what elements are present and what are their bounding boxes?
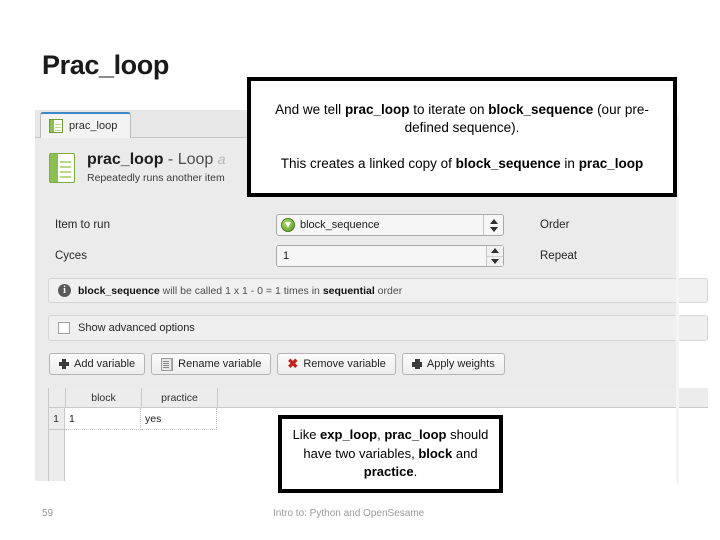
order-label: Order (540, 219, 570, 231)
callout-bottom-d: prac_loop (384, 426, 447, 442)
callout-top: And we tell prac_loop to iterate on bloc… (247, 77, 677, 197)
slide-number: 59 (42, 508, 54, 519)
add-variable-button[interactable]: Add variable (49, 353, 146, 375)
callout-top-l1a: And we tell (275, 101, 345, 117)
item-to-run-combobox[interactable]: block_sequence (276, 214, 504, 236)
info-icon: i (58, 284, 71, 297)
item-title-separator: - (163, 151, 178, 169)
callout-top-l2b: block_sequence (455, 155, 561, 171)
callout-bottom-paragraph: Like exp_loop, prac_loop should have two… (290, 426, 491, 483)
rename-variable-label: Rename variable (178, 358, 262, 370)
callout-bottom-a: Like (292, 426, 321, 442)
column-header-practice[interactable]: practice (142, 388, 218, 407)
advanced-options-bar[interactable]: Show advanced options (48, 315, 708, 341)
apply-weights-label: Apply weights (426, 358, 495, 370)
item-type: Loop (177, 151, 214, 169)
spinbox-down-button[interactable] (486, 255, 503, 266)
item-title-hint: a (217, 151, 226, 168)
x-icon: ✖ (287, 355, 299, 371)
plus-icon (59, 359, 69, 369)
column-header-block[interactable]: block (66, 388, 142, 407)
table-header-row: block practice (48, 388, 708, 408)
callout-top-l2a: This creates a linked copy of (280, 155, 456, 171)
callout-top-l2c: in (560, 155, 579, 171)
info-suffix: order (374, 284, 403, 297)
spinbox-up-button[interactable] (486, 246, 503, 256)
add-variable-label: Add variable (74, 358, 136, 370)
spin-down-icon (491, 258, 499, 264)
callout-bottom-i: . (413, 464, 418, 480)
callout-bottom: Like exp_loop, prac_loop should have two… (278, 415, 503, 493)
cycles-row: Cyces 1 Repeat (35, 241, 676, 271)
cycles-label: Cyces (55, 250, 87, 262)
table-cell-block[interactable]: 1 (65, 408, 141, 430)
callout-top-l1d: block_sequence (488, 101, 594, 117)
info-text: block_sequence will be called 1 x 1 - 0 … (78, 285, 402, 297)
callout-top-l1c: to iterate on (409, 101, 489, 117)
remove-variable-label: Remove variable (303, 358, 386, 370)
variable-toolbar: Add variable Rename variable ✖ Remove va… (49, 353, 505, 375)
plus-bold-icon (411, 359, 422, 369)
rename-icon (161, 357, 174, 371)
repeat-label: Repeat (540, 250, 578, 262)
spreadsheet-icon (49, 119, 63, 133)
footer-text: Intro to: Python and OpenSesame (273, 508, 425, 519)
table-cell-practice[interactable]: yes (141, 408, 217, 430)
table-row-number: 1 (48, 408, 65, 430)
callout-bottom-b: exp_loop (320, 426, 378, 442)
spin-up-icon (491, 248, 499, 254)
table-left-edge (48, 388, 49, 481)
callout-top-paragraph-2: This creates a linked copy of block_sequ… (281, 155, 643, 174)
tab-prac-loop[interactable]: prac_loop (40, 112, 132, 138)
page-title: Prac_loop (42, 50, 169, 80)
item-title-line: prac_loop - Loop a (87, 151, 226, 169)
loop-spreadsheet-icon (49, 152, 75, 183)
callout-bottom-h: practice (363, 464, 414, 480)
show-advanced-options-checkbox[interactable] (58, 322, 70, 334)
item-to-run-row: Item to run block_sequence Order (35, 210, 676, 240)
table-row-gutter (48, 430, 65, 481)
item-to-run-label: Item to run (55, 219, 110, 231)
tab-label: prac_loop (69, 120, 118, 132)
item-name: prac_loop (87, 151, 164, 169)
chevron-down-icon (489, 226, 498, 232)
info-order-mode: sequential (322, 284, 375, 297)
callout-top-l1b: prac_loop (344, 101, 410, 117)
info-bar: i block_sequence will be called 1 x 1 - … (48, 278, 708, 303)
apply-weights-button[interactable]: Apply weights (401, 353, 505, 375)
item-to-run-value: block_sequence (300, 219, 380, 231)
show-advanced-options-label: Show advanced options (78, 322, 195, 334)
sequence-icon (281, 218, 295, 232)
cycles-value: 1 (283, 250, 290, 262)
table-corner-cell (48, 388, 66, 407)
callout-top-l2d: prac_loop (578, 155, 644, 171)
chevron-up-icon (489, 218, 498, 224)
combobox-arrows-icon[interactable] (483, 215, 503, 235)
spinbox-arrows[interactable] (486, 246, 503, 266)
callout-top-paragraph-1: And we tell prac_loop to iterate on bloc… (259, 101, 665, 138)
info-item-name: block_sequence (78, 284, 160, 297)
remove-variable-button[interactable]: ✖ Remove variable (277, 353, 396, 375)
item-description: Repeatedly runs another item (87, 171, 225, 184)
callout-bottom-g: and (452, 445, 478, 461)
cycles-spinbox[interactable]: 1 (276, 245, 504, 267)
info-mid: will be called 1 x 1 - 0 = 1 times in (159, 284, 323, 297)
callout-bottom-f: block (418, 445, 453, 461)
rename-variable-button[interactable]: Rename variable (151, 353, 272, 375)
item-header-texts: prac_loop - Loop a Repeatedly runs anoth… (87, 151, 226, 183)
